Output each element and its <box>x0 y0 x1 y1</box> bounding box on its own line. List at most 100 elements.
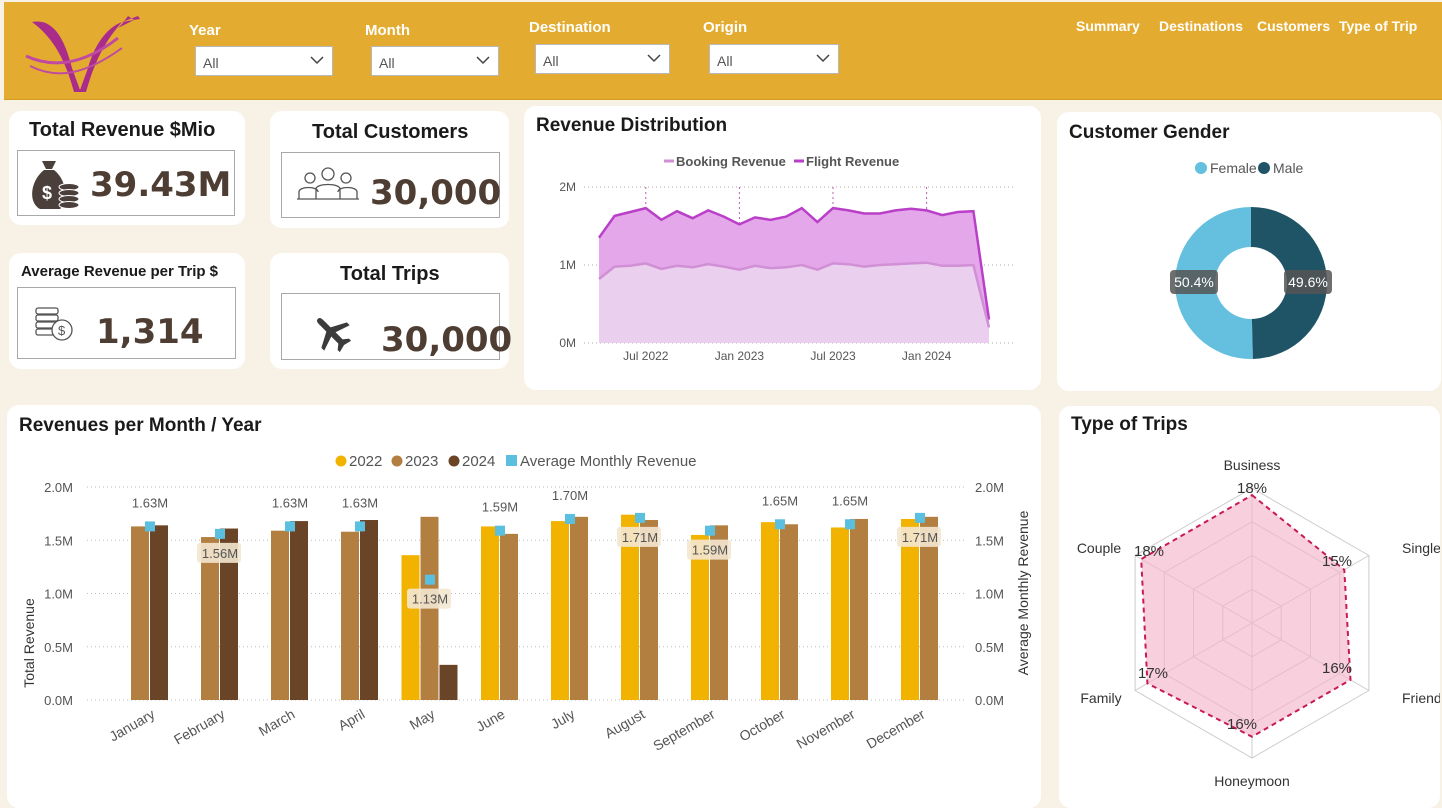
bar-2024 <box>290 521 308 700</box>
x-tick-label: June <box>473 706 507 735</box>
revenue-distribution-card: Revenue Distribution Booking Revenue Fli… <box>524 106 1041 390</box>
avg-marker <box>285 521 295 532</box>
money-bag-icon: $ <box>32 161 80 209</box>
y-axis-right-label: Average Monthly Revenue <box>1015 510 1031 675</box>
bar-2024 <box>439 664 458 700</box>
x-tick-label: Jan 2023 <box>715 349 765 363</box>
kpi-total-revenue-value: 39.43M <box>90 165 232 205</box>
radar-axis-label: Friends <box>1402 690 1440 706</box>
avg-label: 1.63M <box>272 495 308 510</box>
bar-2022 <box>551 521 569 700</box>
x-tick-label: September <box>650 706 718 754</box>
avg-marker <box>565 513 575 524</box>
legend-male-label: Male <box>1273 160 1304 176</box>
bar-2023 <box>640 520 658 700</box>
users-group-icon <box>297 167 359 200</box>
y-tick-label-left: 0.5M <box>44 640 73 655</box>
bar-2023 <box>500 533 518 700</box>
filter-origin-select[interactable]: All <box>709 44 839 74</box>
x-tick-label: April <box>335 706 367 734</box>
radar-value-label: 18% <box>1237 480 1267 497</box>
kpi-total-trips-title: Total Trips <box>340 263 440 285</box>
bar-2022 <box>831 527 849 700</box>
x-tick-label: May <box>407 706 438 733</box>
bar-2022 <box>401 555 420 700</box>
chevron-down-icon <box>476 56 490 65</box>
company-logo <box>25 16 140 92</box>
y-tick-label: 2M <box>559 180 576 194</box>
y-tick-label-left: 1.0M <box>44 587 73 602</box>
y-axis-left-label: Total Revenue <box>21 598 37 688</box>
avg-label: 1.70M <box>552 488 588 503</box>
filter-destination-select[interactable]: All <box>535 44 670 74</box>
nav-type-of-trip[interactable]: Type of Trip <box>1339 18 1417 34</box>
x-tick-label: January <box>106 706 157 745</box>
kpi-avg-revenue-title: Average Revenue per Trip $ <box>21 263 219 280</box>
avg-marker <box>355 521 365 532</box>
nav-summary[interactable]: Summary <box>1076 18 1140 34</box>
filter-year-value: All <box>203 55 219 71</box>
svg-text:$: $ <box>42 183 52 203</box>
nav-destinations[interactable]: Destinations <box>1159 18 1243 34</box>
radar-value-label: 15% <box>1322 553 1352 570</box>
nav-customers[interactable]: Customers <box>1257 18 1330 34</box>
avg-marker <box>215 528 225 539</box>
avg-label: 1.65M <box>762 493 798 508</box>
kpi-total-trips-box: 30,000 <box>281 293 512 360</box>
avg-marker <box>425 574 435 585</box>
y-tick-label-right: 1.5M <box>975 533 1004 548</box>
kpi-avg-revenue-value: 1,314 <box>96 312 204 352</box>
radar-axis-label: Couple <box>1077 540 1122 556</box>
revenues-month-chart: 2022 2023 2024 Average Monthly Revenue T… <box>21 453 1031 754</box>
radar-value-label: 16% <box>1227 716 1257 733</box>
radar-area <box>1140 493 1352 738</box>
customer-gender-donut: Female Male 50.4% 49.6% <box>1170 160 1332 360</box>
legend-flight-label: Flight Revenue <box>806 154 899 169</box>
bar-2024 <box>360 520 378 700</box>
avg-marker <box>845 519 855 530</box>
legend-male-swatch <box>1258 162 1270 174</box>
revenues-month-card: Revenues per Month / Year 2022 2023 2024… <box>7 405 1041 808</box>
filter-month-label: Month <box>365 22 410 39</box>
bar-2023 <box>850 518 868 700</box>
bar-2022 <box>691 534 709 700</box>
radar-value-label: 17% <box>1138 665 1168 682</box>
type-of-trips-card: Type of Trips Business 18% Single 15% Friend… <box>1059 406 1440 808</box>
legend-female-label: Female <box>1210 160 1257 176</box>
avg-label: 1.59M <box>692 543 728 558</box>
filter-destination-value: All <box>543 53 559 69</box>
filter-year-select[interactable]: All <box>195 46 333 76</box>
avg-marker <box>915 512 925 523</box>
filter-year-label: Year <box>189 22 221 39</box>
avg-marker <box>775 519 785 530</box>
filter-destination-label: Destination <box>529 19 611 36</box>
bar-2023 <box>341 531 359 700</box>
y-tick-label-left: 0.0M <box>44 693 73 708</box>
kpi-total-trips-value: 30,000 <box>381 320 513 360</box>
radar-value-label: 18% <box>1134 543 1164 560</box>
avg-label: 1.65M <box>832 493 868 508</box>
avg-marker <box>705 525 715 536</box>
y-tick-label: 0M <box>559 336 576 350</box>
legend-2023-label: 2023 <box>405 453 438 470</box>
kpi-total-revenue-box: $ 39.43M <box>17 150 235 216</box>
filter-origin-value: All <box>717 53 733 69</box>
x-tick-label: December <box>864 706 928 752</box>
filter-month-select[interactable]: All <box>371 46 499 76</box>
avg-label: 1.71M <box>622 530 658 545</box>
x-tick-label: July <box>548 706 578 732</box>
y-tick-label-left: 1.5M <box>44 533 73 548</box>
x-tick-label: Jul 2022 <box>623 349 669 363</box>
kpi-avg-revenue-card: Average Revenue per Trip $ $ 1,314 <box>9 253 245 369</box>
legend-2024-swatch <box>448 455 460 467</box>
y-tick-label-right: 1.0M <box>975 587 1004 602</box>
avg-label: 1.13M <box>412 592 448 607</box>
avg-label: 1.59M <box>482 500 518 515</box>
x-tick-label: March <box>256 706 298 739</box>
filter-month-value: All <box>379 55 395 71</box>
revenue-distribution-chart: Booking Revenue Flight Revenue 2M 1M 0M Jul… <box>559 154 1014 363</box>
kpi-total-customers-title: Total Customers <box>312 121 469 143</box>
x-tick-label: Jul 2023 <box>810 349 856 363</box>
legend-2023-swatch <box>391 455 403 467</box>
radar-axis-label: Business <box>1224 457 1281 473</box>
